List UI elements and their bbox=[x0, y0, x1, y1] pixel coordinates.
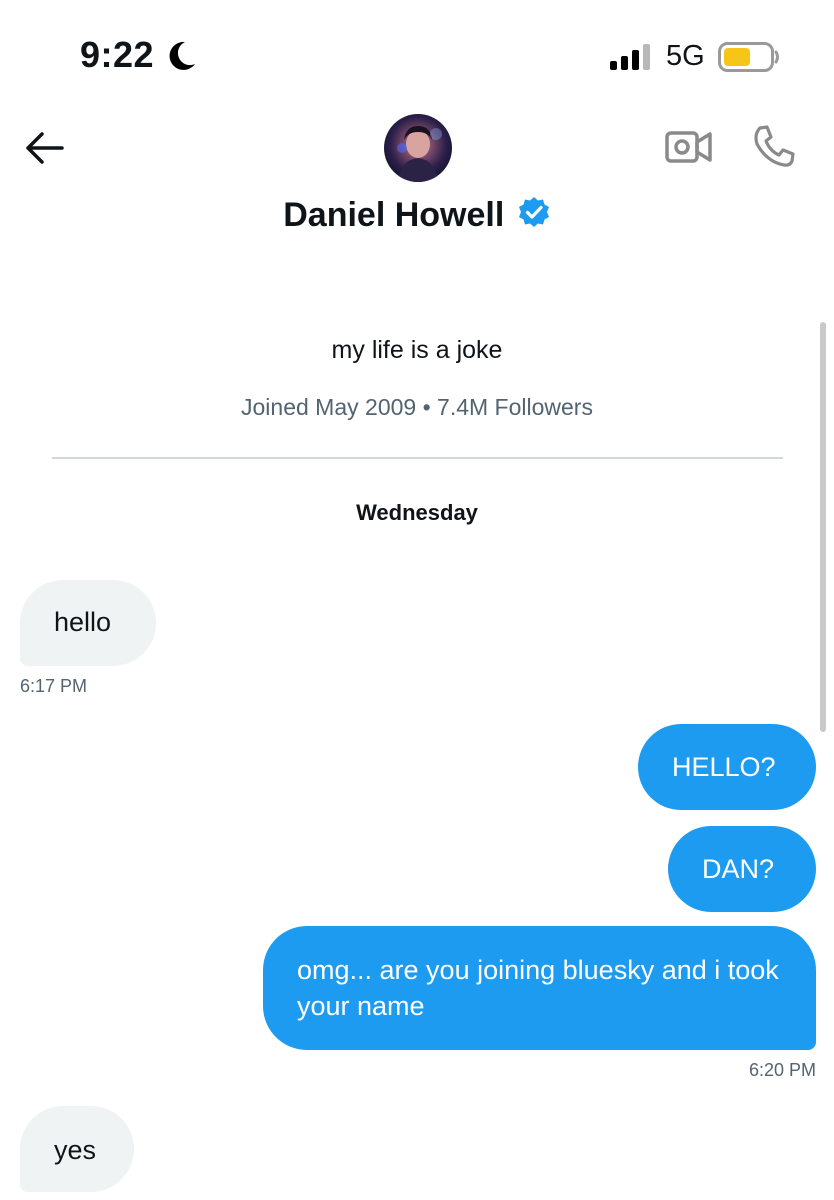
message-timestamp: 6:17 PM bbox=[20, 676, 88, 696]
message-bubble-outgoing[interactable]: DAN? bbox=[668, 826, 816, 912]
video-call-icon[interactable] bbox=[664, 124, 714, 168]
avatar-portrait-icon bbox=[397, 126, 442, 182]
network-type-label: 5G bbox=[666, 40, 705, 72]
profile-name-row: Daniel Howell bbox=[0, 196, 834, 235]
profile-bio: my life is a joke bbox=[331, 336, 503, 364]
status-time: 9:22 bbox=[80, 34, 155, 75]
do-not-disturb-moon-icon bbox=[169, 41, 195, 70]
message-bubble-incoming[interactable]: yes bbox=[20, 1106, 134, 1192]
message-bubble-outgoing[interactable]: HELLO? bbox=[638, 724, 816, 810]
phone-icon[interactable] bbox=[750, 122, 798, 170]
verified-badge-icon bbox=[518, 196, 549, 227]
avatar[interactable] bbox=[384, 114, 452, 182]
scrollbar[interactable] bbox=[820, 322, 826, 732]
cellular-signal-icon bbox=[610, 44, 650, 70]
message-bubble-incoming[interactable]: hello bbox=[20, 580, 156, 666]
message-bubble-outgoing[interactable]: omg... are you joining bluesky and i too… bbox=[263, 926, 816, 1050]
message-timestamp: 6:20 PM bbox=[748, 1060, 816, 1080]
divider bbox=[52, 457, 783, 459]
profile-meta: Joined May 2009 • 7.4M Followers bbox=[241, 394, 593, 420]
profile-name: Daniel Howell bbox=[283, 196, 505, 234]
battery-icon bbox=[718, 42, 779, 72]
day-separator: Wednesday bbox=[356, 500, 478, 525]
back-arrow-icon[interactable] bbox=[24, 130, 64, 166]
